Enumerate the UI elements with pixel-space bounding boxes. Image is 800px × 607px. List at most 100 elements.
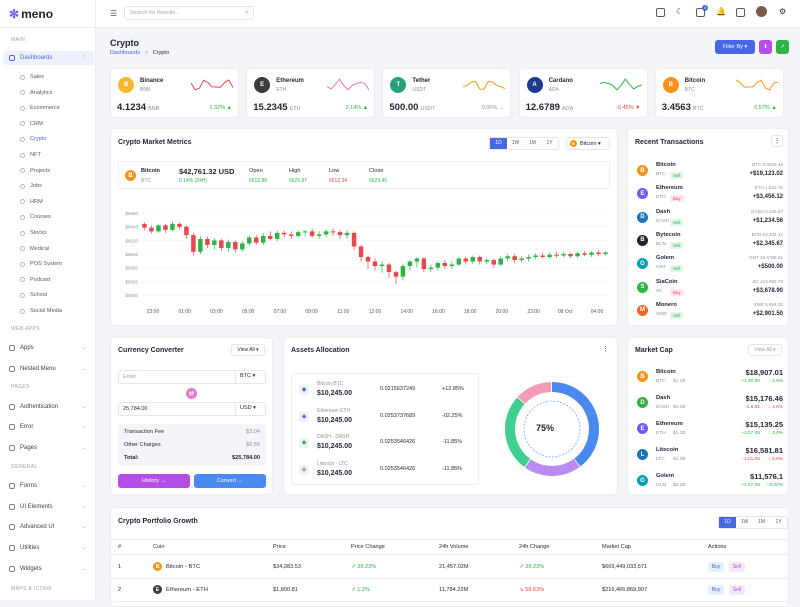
submenu-item[interactable]: Sales <box>20 74 44 80</box>
submenu-item[interactable]: Stocks <box>20 230 47 236</box>
transaction-row[interactable]: B Bitcoin BTC Sell BTC 0.0823.45 +$19,123.02 <box>628 162 788 184</box>
sell-button[interactable]: Sell <box>729 585 745 595</box>
submenu-item[interactable]: Projects <box>20 168 50 174</box>
mc-price: $11,576.1 <box>750 472 783 481</box>
apps-icon[interactable] <box>736 8 745 17</box>
coin-select[interactable]: B Bitcoin ▾ <box>566 137 610 150</box>
menu-apps[interactable]: Apps ⌄ <box>3 341 94 355</box>
ticker-card[interactable]: A Cardano ADA 12.6789 ADA -0.45% ▼ <box>518 68 648 118</box>
transaction-row[interactable]: E Ethereum ETH Buy ETH 1.532.75 +$3,456.12 <box>628 185 788 207</box>
tab-1w[interactable]: 1W <box>507 138 524 149</box>
translate-icon[interactable] <box>656 8 665 17</box>
tab-1m[interactable]: 1M <box>753 517 770 528</box>
ticker-card[interactable]: B Binance BNB 4.1234 BNB 1.32% ▲ <box>110 68 239 118</box>
more-options-icon[interactable]: ⋮ <box>771 135 783 147</box>
ticker-card[interactable]: T Tether USDT 500.00 USDT 0.00% → <box>382 68 512 118</box>
menu-error[interactable]: Error ⌄ <box>3 420 94 434</box>
sell-button[interactable]: Sell <box>729 562 745 572</box>
bell-icon[interactable]: 🔔 <box>716 7 726 16</box>
menu-forms[interactable]: Forms ⌄ <box>3 479 94 493</box>
candle <box>372 258 378 271</box>
tab-1w[interactable]: 1W <box>736 517 753 528</box>
menu-ui-elements[interactable]: UI Elements ⌄ <box>3 500 94 514</box>
filter-by-button[interactable]: Filter By ▾ <box>715 40 755 54</box>
avatar[interactable] <box>756 6 767 17</box>
transaction-row[interactable]: S SiaCoin SC Buy SC 123.456.78 +$3,678.90 <box>628 279 788 301</box>
history-button[interactable]: History → <box>118 474 190 488</box>
moon-icon[interactable]: ☾ <box>676 7 683 16</box>
tab-1y[interactable]: 1Y <box>770 517 787 528</box>
candle <box>156 223 161 233</box>
submenu-item[interactable]: Medical <box>20 246 49 252</box>
search-input[interactable]: Search for Results... ⌕ <box>124 6 254 20</box>
to-currency-select[interactable]: USD ▾ <box>235 402 266 416</box>
chevron-icon: ⌄ <box>81 345 86 351</box>
asset-row: ◆ Litecoin - LTC $10,245.00 0.0253546426 -11… <box>292 460 478 484</box>
tab-1d[interactable]: 1D <box>719 517 736 528</box>
menu-utilities[interactable]: Utilities ⌄ <box>3 541 94 555</box>
transaction-row[interactable]: D Dash DASH Sell DASH 2.345.67 +$1,234.56 <box>628 209 788 231</box>
transaction-row[interactable]: G Golem GNT Sell GNT 15.6789.01 +$500.00 <box>628 255 788 277</box>
column-header: Actions <box>708 544 727 550</box>
ticker-unit: ADA <box>561 106 574 112</box>
app-logo[interactable]: ✻ meno <box>0 0 95 28</box>
submenu-item[interactable]: Jobs <box>20 183 42 189</box>
submenu-item[interactable]: Crypto <box>20 136 46 142</box>
ticker-card[interactable]: E Ethereum ETH 15.2345 ETH 2.14% ▲ <box>246 68 376 118</box>
menu-dashboards[interactable]: Dashboards ⌃ <box>3 51 94 65</box>
submenu-item[interactable]: CRM <box>20 121 43 127</box>
marketcap-row[interactable]: G Golem GLM $2.2B $11,576.1 +1,67.06 ↑ 0.02% <box>628 471 788 495</box>
convert-label: Convert <box>216 478 237 484</box>
swap-icon[interactable]: ⇄ <box>186 388 197 399</box>
buy-button[interactable]: Buy <box>708 585 724 595</box>
submenu-item[interactable]: Podcast <box>20 277 50 283</box>
submenu-item[interactable]: Courses <box>20 214 51 220</box>
submenu-item[interactable]: School <box>20 292 47 298</box>
marketcap-row[interactable]: L Litecoin LTC $2.3B $16,581.81 -1,01.05 ↓ 6.6… <box>628 445 788 469</box>
converter-view-all[interactable]: View All ▾ <box>231 344 265 356</box>
mc-coin: Litecoin <box>656 447 679 453</box>
x-tick-label: 22:00 <box>527 309 540 315</box>
breadcrumb: Dashboards > Crypto <box>110 50 169 56</box>
submenu-item[interactable]: Social Media <box>20 308 62 314</box>
menu-toggle-icon[interactable]: ☰ <box>110 9 117 18</box>
marketcap-row[interactable]: E Ethereum ETH $1.1B $15,135.25 +1,07.05 ↑ 2.0… <box>628 419 788 443</box>
marketcap-row[interactable]: B Bitcoin BTC $1.1B $18,907.01 +1,30.90 ↑ 2.9% <box>628 367 788 391</box>
download-button[interactable]: ⬇ <box>759 40 772 54</box>
menu-authentication[interactable]: Authentication ⌄ <box>3 400 94 414</box>
submenu-item[interactable]: NFT <box>20 152 41 158</box>
from-currency-select[interactable]: BTC ▾ <box>235 370 266 384</box>
ticker-unit: ETH <box>289 106 301 112</box>
menu-advanced-ui[interactable]: Advanced UI ⌄ <box>3 520 94 534</box>
share-button[interactable]: ↗ <box>776 40 789 54</box>
marketcap-row[interactable]: D Dash DASH $2.3B $15,176.46 -1.8.01 ↓ 4.6% <box>628 393 788 417</box>
submenu-item[interactable]: Analytics <box>20 90 52 96</box>
menu-widgets[interactable]: Widgets ⌄ <box>3 562 94 576</box>
tab-1m[interactable]: 1M <box>524 138 541 149</box>
ticker-card[interactable]: B Bitcoin BTC 3.4563 BTC 0.57% ▲ <box>654 68 784 118</box>
breadcrumb-parent[interactable]: Dashboards <box>110 50 140 56</box>
coin-icon: E <box>637 188 648 200</box>
tab-1y[interactable]: 1Y <box>541 138 558 149</box>
menu-pages[interactable]: Pages ⌄ <box>3 441 94 455</box>
convert-button[interactable]: Convert → <box>194 474 266 488</box>
marketcap-view-all[interactable]: View All ▾ <box>748 344 782 356</box>
transaction-row[interactable]: B Bytecoin BCN Sell BCN 10.432.12 +$2,345.67 <box>628 232 788 254</box>
menu-nested[interactable]: Nested Menu ⌄ <box>3 362 94 376</box>
marketcap-view-label: View All <box>754 347 772 353</box>
buy-button[interactable]: Buy <box>708 562 724 572</box>
candle <box>498 256 503 267</box>
mc-symbol: ETH <box>656 431 666 436</box>
assets-more-icon[interactable]: ⋮ <box>602 345 609 353</box>
transaction-row[interactable]: M Monero XMR Sell XMR 5.654.32 +$2,901.50 <box>628 302 788 324</box>
submenu-item[interactable]: Ecommerce <box>20 105 60 111</box>
candle <box>247 235 252 246</box>
submenu-item[interactable]: HRM <box>20 199 43 205</box>
settings-gear-icon[interactable]: ⚙ <box>779 7 786 16</box>
search-icon[interactable]: ⌕ <box>245 9 249 17</box>
submenu-item[interactable]: POS System <box>20 261 62 267</box>
candle <box>212 238 217 250</box>
tab-1d[interactable]: 1D <box>490 138 507 149</box>
candle <box>575 251 580 258</box>
mc-pct-value: 0.02% <box>769 483 783 488</box>
